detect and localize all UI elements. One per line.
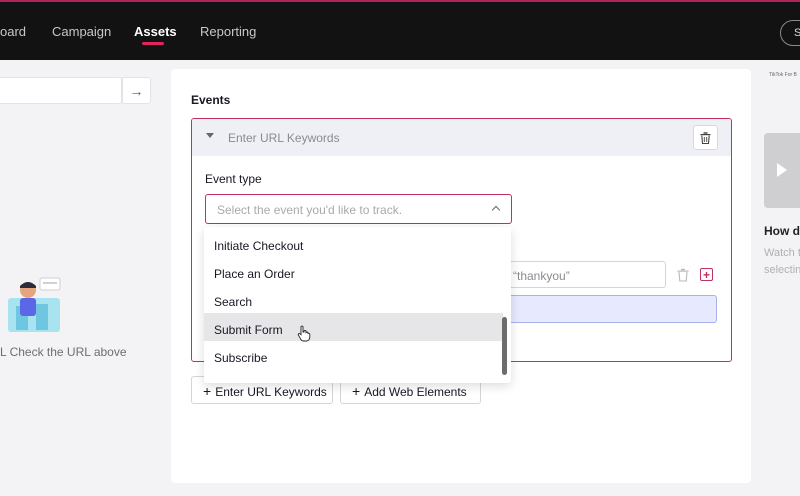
url-submit-button[interactable]: → (122, 77, 151, 104)
dropdown-scrollbar[interactable] (502, 317, 507, 375)
left-hint-text: L Check the URL above (0, 345, 127, 359)
dropdown-option[interactable]: Place an Order (204, 257, 503, 285)
top-right-button[interactable]: S (780, 20, 800, 46)
nav-item-campaign[interactable]: Campaign (52, 24, 111, 39)
help-card-title: How do (764, 224, 800, 238)
url-keyword-input[interactable]: “thankyou” (500, 261, 666, 288)
play-icon (777, 163, 787, 177)
nav-item-assets[interactable]: Assets (134, 24, 177, 39)
chevron-up-icon (491, 205, 501, 215)
events-title: Events (191, 93, 231, 107)
caret-down-icon[interactable] (206, 133, 214, 138)
add-keyword-button[interactable]: + (700, 268, 713, 281)
delete-event-button[interactable] (693, 125, 718, 150)
dropdown-option[interactable]: Initiate Checkout (204, 229, 503, 257)
plus-icon: + (203, 383, 212, 399)
event-type-dropdown: Initiate Checkout Place an Order Search … (204, 227, 511, 383)
add-web-elements-label: Add Web Elements (364, 385, 467, 399)
empty-state-illustration (8, 277, 61, 332)
url-keyword-value: “thankyou” (513, 269, 570, 283)
plus-icon: + (352, 383, 361, 399)
event-card-header[interactable]: Enter URL Keywords (192, 119, 731, 156)
dropdown-option[interactable]: Search (204, 285, 503, 313)
add-url-keywords-label: Enter URL Keywords (215, 385, 327, 399)
help-card-text: selectin (764, 264, 800, 276)
event-card-title: Enter URL Keywords (228, 131, 340, 145)
trash-icon[interactable] (676, 268, 690, 282)
keyword-entry-field[interactable] (500, 295, 717, 323)
dropdown-option[interactable]: Subscribe (204, 341, 503, 369)
plus-icon: + (702, 267, 710, 282)
trash-icon (700, 131, 711, 144)
active-nav-underline (142, 42, 164, 45)
tiktok-logo-text: TikTok For B (769, 72, 797, 78)
url-input[interactable] (0, 77, 122, 104)
event-type-placeholder: Select the event you'd like to track. (217, 203, 403, 217)
arrow-right-icon: → (129, 82, 144, 99)
event-type-label: Event type (205, 172, 262, 186)
video-thumbnail[interactable] (764, 133, 800, 208)
top-nav-bar: oard Campaign Assets Reporting S (0, 0, 800, 60)
event-type-select[interactable]: Select the event you'd like to track. (205, 194, 512, 224)
hand-cursor-icon (297, 325, 311, 342)
nav-item-reporting[interactable]: Reporting (200, 24, 256, 39)
help-card-text: Watch t (764, 247, 800, 259)
dropdown-option-hovered[interactable]: Submit Form (204, 313, 503, 341)
nav-item-dashboard[interactable]: oard (0, 24, 26, 39)
